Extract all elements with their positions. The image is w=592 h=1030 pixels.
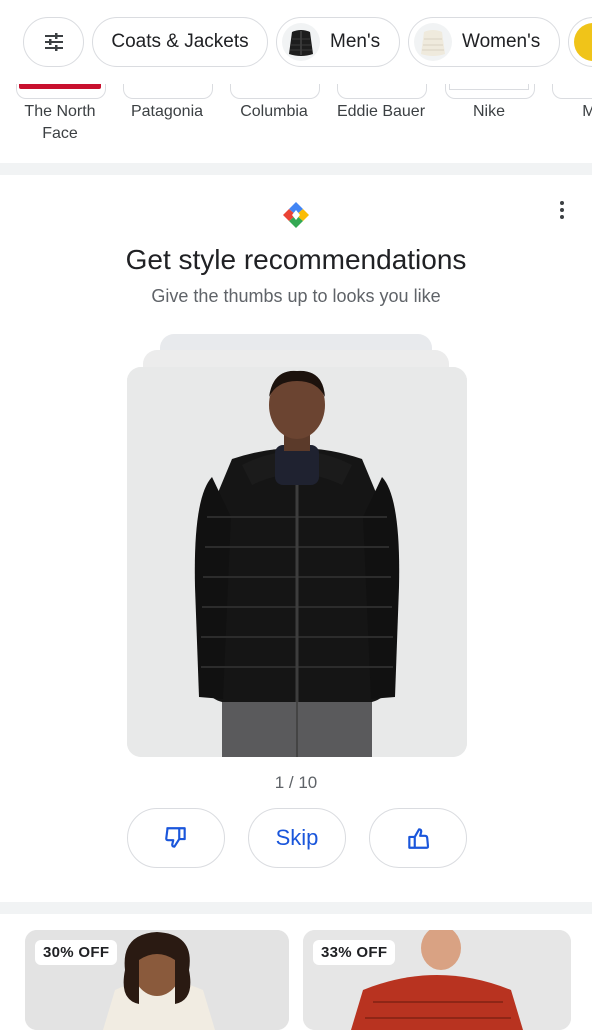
brand-label: Patagonia: [130, 103, 204, 120]
discount-badge: 33% OFF: [313, 940, 396, 965]
brand-logo-tile: [337, 84, 427, 99]
skip-label: Skip: [275, 825, 319, 850]
brand-label: Nike: [472, 103, 505, 120]
section-divider: [0, 163, 592, 175]
more-options-icon[interactable]: [552, 200, 572, 220]
look-photo[interactable]: [127, 367, 467, 757]
product-card[interactable]: 30% OFF: [25, 930, 289, 1030]
thumbs-up-icon: [408, 828, 430, 849]
tune-icon: [44, 33, 63, 51]
thumbs-down-icon: [165, 827, 186, 848]
product-card[interactable]: 33% OFF: [303, 930, 571, 1030]
yellow-jacket-thumbnail: [574, 23, 592, 61]
chip-mens[interactable]: Men's: [276, 17, 400, 67]
chip-label: Women's: [462, 31, 541, 52]
brand-label: The North Face: [24, 103, 96, 142]
chip-more[interactable]: [568, 17, 592, 67]
chip-womens[interactable]: Women's: [408, 17, 560, 67]
filter-chips-bar: Coats & Jackets Men's Women's: [0, 0, 592, 84]
brand-label: Eddie Bauer: [336, 103, 426, 120]
brand-row: The North Face Patagonia Columbia Eddie …: [0, 84, 592, 164]
brand-logo-tile: [123, 84, 213, 99]
chip-label: Coats & Jackets: [111, 31, 249, 52]
chip-label: Men's: [330, 31, 381, 52]
card-title: Get style recommendations: [125, 244, 467, 275]
brand-logo-tile: [230, 84, 320, 99]
skip-button[interactable]: Skip: [248, 808, 346, 868]
brand-logo-accent: [449, 84, 529, 90]
chip-coats-jackets[interactable]: Coats & Jackets: [92, 17, 268, 67]
black-puffer-jacket-thumbnail: [282, 23, 320, 61]
brand-logo-accent: [19, 84, 101, 89]
discount-badge: 30% OFF: [35, 940, 118, 965]
card-subtitle: Give the thumbs up to looks you like: [151, 286, 441, 306]
section-divider: [0, 902, 592, 914]
brand-logo-tile: [552, 84, 592, 99]
thumbs-down-button[interactable]: [127, 808, 225, 868]
look-counter: 1 / 10: [274, 773, 318, 792]
brand-label: Columbia: [240, 103, 308, 120]
man-in-black-puffer-jacket-image: [127, 367, 467, 757]
cream-puffer-jacket-thumbnail: [414, 23, 452, 61]
brand-label: Mor: [582, 103, 592, 120]
filters-button[interactable]: [23, 17, 84, 67]
google-shopping-diamond-icon: [283, 202, 309, 228]
thumbs-up-button[interactable]: [369, 808, 467, 868]
